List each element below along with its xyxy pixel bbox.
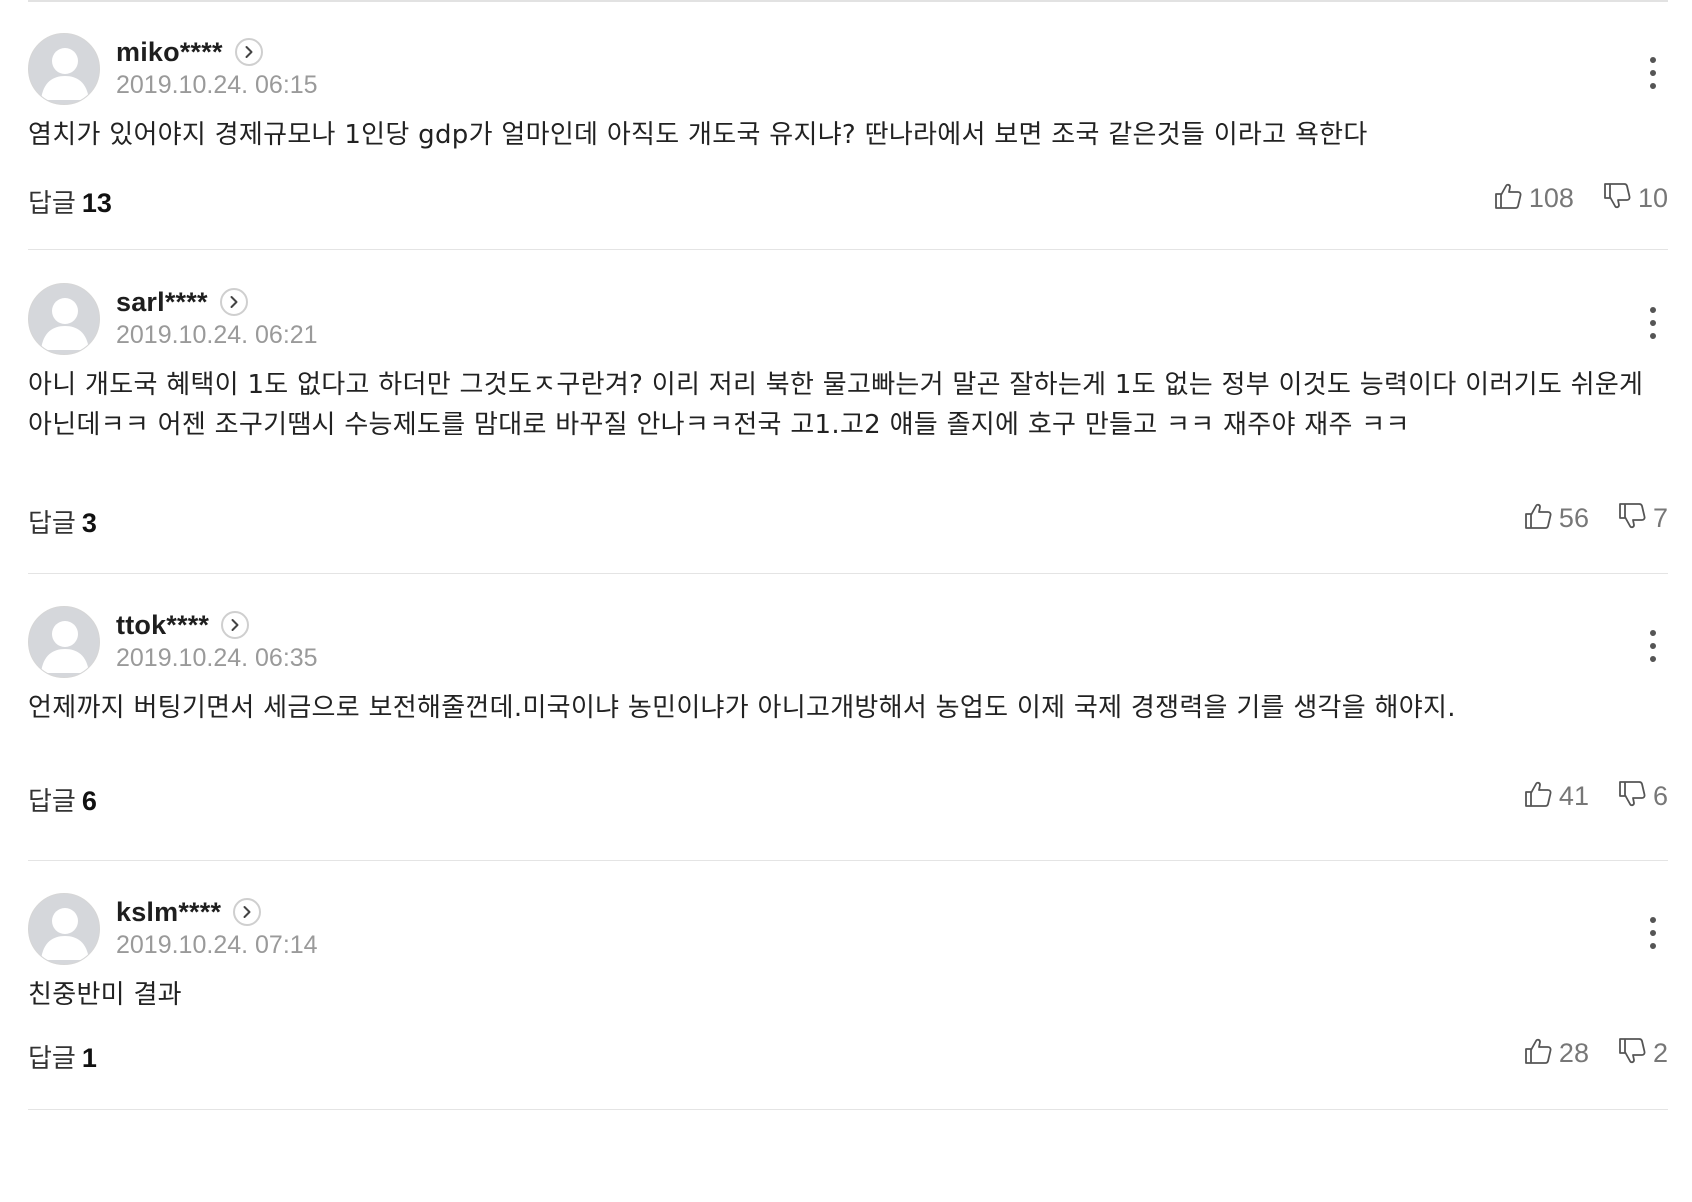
comment-timestamp: 2019.10.24. 06:35	[116, 644, 318, 672]
thumbs-down-icon	[1602, 181, 1632, 215]
reply-button[interactable]: 답글 13	[28, 183, 112, 220]
vote-group: 108 10	[1493, 181, 1668, 215]
more-options-icon[interactable]	[1638, 913, 1668, 953]
dislike-count: 7	[1652, 502, 1668, 533]
avatar-icon[interactable]	[28, 893, 100, 965]
like-button[interactable]: 41	[1523, 779, 1589, 813]
comment-divider	[28, 249, 1668, 250]
comment-page: miko**** 2019.10.24. 06:15 염치가 있어야지 경제규모…	[0, 0, 1692, 1202]
username-row: sarl****	[116, 285, 248, 319]
comment-timestamp: 2019.10.24. 07:14	[116, 931, 318, 959]
chevron-right-circle-icon[interactable]	[234, 38, 263, 66]
avatar-icon[interactable]	[28, 33, 100, 105]
reply-label: 답글	[28, 787, 76, 817]
thumbs-down-icon	[1617, 1036, 1647, 1070]
thumbs-up-icon	[1523, 1036, 1553, 1070]
like-count: 108	[1528, 182, 1574, 213]
reply-label: 답글	[28, 189, 76, 219]
like-count: 56	[1558, 502, 1589, 533]
reply-label: 답글	[28, 509, 76, 539]
dislike-count: 6	[1652, 780, 1668, 811]
username-row: kslm****	[116, 895, 262, 929]
username-row: ttok****	[116, 608, 250, 642]
comment-timestamp: 2019.10.24. 06:21	[116, 321, 318, 349]
thumbs-down-icon	[1617, 501, 1647, 535]
comment-divider	[28, 1109, 1668, 1110]
username[interactable]: ttok****	[116, 610, 209, 641]
thumbs-up-icon	[1523, 779, 1553, 813]
like-count: 41	[1558, 780, 1589, 811]
like-button[interactable]: 28	[1523, 1036, 1589, 1070]
reply-button[interactable]: 답글 3	[28, 503, 97, 540]
like-button[interactable]: 108	[1493, 181, 1574, 215]
dislike-button[interactable]: 6	[1617, 779, 1668, 813]
comment-text: 아니 개도국 혜택이 1도 없다고 하더만 그것도ㅈ구란겨? 이리 저리 북한 …	[28, 370, 1644, 440]
username[interactable]: kslm****	[116, 897, 221, 928]
top-divider	[28, 0, 1668, 2]
username-row: miko****	[116, 35, 263, 69]
comment-text: 친중반미 결과	[28, 980, 182, 1010]
vote-group: 28 2	[1523, 1036, 1668, 1070]
chevron-right-circle-icon[interactable]	[233, 898, 262, 926]
thumbs-up-icon	[1523, 501, 1553, 535]
comment-divider	[28, 573, 1668, 574]
avatar-icon[interactable]	[28, 606, 100, 678]
dislike-count: 10	[1637, 182, 1668, 213]
username[interactable]: miko****	[116, 37, 223, 68]
comment-text: 언제까지 버팅기면서 세금으로 보전해줄껀데.미국이냐 농민이냐가 아니고개방해…	[28, 693, 1456, 723]
avatar-icon[interactable]	[28, 283, 100, 355]
more-options-icon[interactable]	[1638, 303, 1668, 343]
dislike-button[interactable]: 2	[1617, 1036, 1668, 1070]
thumbs-up-icon	[1493, 181, 1523, 215]
reply-label: 답글	[28, 1044, 76, 1074]
chevron-right-circle-icon[interactable]	[219, 288, 248, 316]
like-button[interactable]: 56	[1523, 501, 1589, 535]
reply-button[interactable]: 답글 1	[28, 1038, 97, 1075]
dislike-count: 2	[1652, 1037, 1668, 1068]
thumbs-down-icon	[1617, 779, 1647, 813]
comment-text: 염치가 있어야지 경제규모나 1인당 gdp가 얼마인데 아직도 개도국 유지냐…	[28, 120, 1368, 150]
more-options-icon[interactable]	[1638, 53, 1668, 93]
username[interactable]: sarl****	[116, 287, 208, 318]
chevron-right-circle-icon[interactable]	[221, 611, 250, 639]
comment-divider	[28, 860, 1668, 861]
reply-count: 1	[81, 1043, 97, 1073]
comment-timestamp: 2019.10.24. 06:15	[116, 71, 318, 99]
vote-group: 41 6	[1523, 779, 1668, 813]
reply-count: 3	[81, 508, 97, 538]
reply-button[interactable]: 답글 6	[28, 781, 97, 818]
dislike-button[interactable]: 10	[1602, 181, 1668, 215]
like-count: 28	[1558, 1037, 1589, 1068]
reply-count: 13	[81, 188, 112, 218]
reply-count: 6	[81, 786, 97, 816]
more-options-icon[interactable]	[1638, 626, 1668, 666]
vote-group: 56 7	[1523, 501, 1668, 535]
dislike-button[interactable]: 7	[1617, 501, 1668, 535]
